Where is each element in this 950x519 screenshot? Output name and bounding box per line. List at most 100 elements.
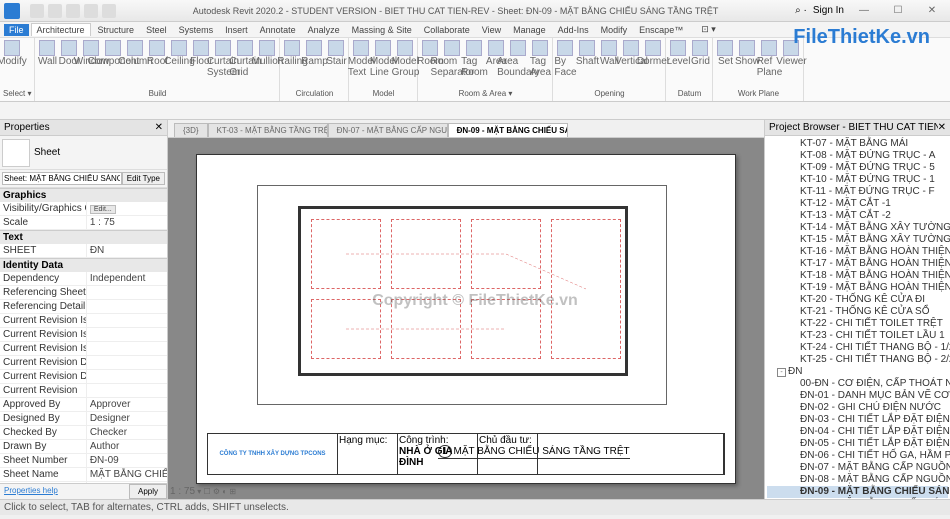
prop-row[interactable]: Current Revision Issued...	[0, 328, 167, 342]
view-tab[interactable]: {3D}	[174, 123, 208, 137]
menu-massing & site[interactable]: Massing & Site	[347, 24, 417, 36]
tree-node[interactable]: KT-13 - MẶT CẮT -2	[767, 210, 948, 222]
ribbon-tag-area[interactable]: Tag Area	[530, 40, 550, 78]
quick-access-toolbar[interactable]	[30, 4, 116, 18]
prop-category[interactable]: Text	[0, 230, 167, 244]
ribbon-shaft[interactable]: Shaft	[577, 40, 597, 67]
ribbon-by-face[interactable]: By Face	[555, 40, 575, 78]
ribbon-level[interactable]: Level	[668, 40, 688, 67]
menu-collaborate[interactable]: Collaborate	[419, 24, 475, 36]
ribbon-ceiling[interactable]: Ceiling	[169, 40, 189, 67]
prop-row[interactable]: Current Revision Descr...	[0, 370, 167, 384]
view-tab[interactable]: KT-03 - MẶT BẰNG TẦNG TRỆT	[208, 123, 328, 137]
ribbon-tag-room[interactable]: Tag Room	[464, 40, 484, 78]
tree-node[interactable]: ĐN-05 - CHI TIẾT LẮP ĐẶT ĐIỆN NƯỚC -3	[767, 438, 948, 450]
close-button[interactable]: ✕	[918, 2, 946, 20]
tree-node[interactable]: KT-17 - MẶT BẰNG HOÀN THIỆN SÀN LẦU 1	[767, 258, 948, 270]
menu-structure[interactable]: Structure	[93, 24, 140, 36]
prop-row[interactable]: SHEETĐN	[0, 244, 167, 258]
tree-node[interactable]: KT-21 - THỐNG KÊ CỬA SỔ	[767, 306, 948, 318]
prop-row[interactable]: Designed ByDesigner	[0, 412, 167, 426]
tree-node[interactable]: ĐN-04 - CHI TIẾT LẮP ĐẶT ĐIỆN NƯỚC -2	[767, 426, 948, 438]
tree-node[interactable]: -ĐN	[767, 366, 948, 378]
menu-steel[interactable]: Steel	[141, 24, 172, 36]
browser-tree[interactable]: KT-07 - MẶT BẰNG MÁIKT-08 - MẶT ĐỨNG TRỤ…	[765, 136, 950, 499]
tree-node[interactable]: ĐN-07 - MẶT BẰNG CẤP NGUỒN TẦNG TRỆT	[767, 462, 948, 474]
edit-type-button[interactable]: Edit Type	[122, 172, 165, 185]
minimize-button[interactable]: —	[850, 2, 878, 20]
qat-redo-icon[interactable]	[84, 4, 98, 18]
tree-node[interactable]: ĐN-09 - MẶT BẰNG CHIẾU SÁNG TẦNG TRỆT	[767, 486, 948, 498]
menu-analyze[interactable]: Analyze	[303, 24, 345, 36]
ribbon-column[interactable]: Column	[125, 40, 145, 67]
menu-file[interactable]: File	[4, 24, 29, 36]
qat-print-icon[interactable]	[102, 4, 116, 18]
tree-node[interactable]: ĐN-02 - GHI CHÚ ĐIỆN NƯỚC	[767, 402, 948, 414]
qat-save-icon[interactable]	[48, 4, 62, 18]
menu-add-ins[interactable]: Add-Ins	[553, 24, 594, 36]
prop-row[interactable]: Current Revision	[0, 384, 167, 398]
view-tab[interactable]: ĐN-09 - MẶT BẰNG CHIẾU SÁN...	[448, 123, 568, 137]
ribbon-mullion[interactable]: Mullion	[257, 40, 277, 67]
apply-button[interactable]: Apply	[129, 484, 167, 499]
prop-category[interactable]: Graphics	[0, 188, 167, 202]
prop-row[interactable]: Sheet NameMẶT BẰNG CHIẾU SÁN...	[0, 468, 167, 482]
prop-row[interactable]: Current Revision Issued	[0, 314, 167, 328]
tree-node[interactable]: KT-07 - MẶT BẰNG MÁI	[767, 138, 948, 150]
properties-help-link[interactable]: Properties help	[0, 484, 129, 499]
menu-enscape™[interactable]: Enscape™	[634, 24, 688, 36]
tree-node[interactable]: KT-15 - MẶT BẰNG XÂY TƯỜNG, ĐỊNH VỊ CỬA …	[767, 234, 948, 246]
ribbon-tabs[interactable]: FileArchitectureStructureSteelSystemsIns…	[0, 22, 950, 38]
titleblock[interactable]: CÔNG TY TNHH XÂY DỰNG TPCONS Hạng mục: C…	[207, 433, 725, 475]
view-tabs[interactable]: {3D}KT-03 - MẶT BẰNG TẦNG TRỆTĐN-07 - MẶ…	[168, 120, 764, 138]
tree-node[interactable]: KT-09 - MẶT ĐỨNG TRỤC - 5	[767, 162, 948, 174]
signin-link[interactable]: Sign In	[813, 5, 844, 16]
tree-node[interactable]: ĐN-10 - MẶT BẰNG CHIẾU SÁNG LẦU 1	[767, 498, 948, 499]
tree-node[interactable]: KT-16 - MẶT BẰNG HOÀN THIỆN SÀN TẦNG TRỆ…	[767, 246, 948, 258]
view-tab[interactable]: ĐN-07 - MẶT BẰNG CẤP NGUỒN...	[328, 123, 448, 137]
tree-node[interactable]: 00-ĐN - CƠ ĐIỆN, CẤP THOÁT NƯỚC	[767, 378, 948, 390]
menu-insert[interactable]: Insert	[220, 24, 253, 36]
tree-node[interactable]: KT-19 - MẶT BẰNG HOÀN THIỆN TRẦN LẦU 1	[767, 282, 948, 294]
qat-undo-icon[interactable]	[66, 4, 80, 18]
sheet-viewport[interactable]: 1 MẶT BẰNG CHIẾU SÁNG TẦNG TRỆT CÔNG TY …	[168, 138, 764, 499]
tree-node[interactable]: KT-12 - MẶT CẮT -1	[767, 198, 948, 210]
tree-node[interactable]: ĐN-03 - CHI TIẾT LẮP ĐẶT ĐIỆN NƯỚC -1	[767, 414, 948, 426]
ribbon-wall[interactable]: Wall	[37, 40, 57, 67]
tree-node[interactable]: KT-10 - MẶT ĐỨNG TRỤC - 1	[767, 174, 948, 186]
ribbon-show[interactable]: Show	[737, 40, 757, 67]
prop-row[interactable]: Checked ByChecker	[0, 426, 167, 440]
drawing-area[interactable]: {3D}KT-03 - MẶT BẰNG TẦNG TRỆTĐN-07 - MẶ…	[168, 120, 764, 499]
menu-systems[interactable]: Systems	[174, 24, 219, 36]
maximize-button[interactable]: ☐	[884, 2, 912, 20]
tree-node[interactable]: KT-20 - THỐNG KÊ CỬA ĐI	[767, 294, 948, 306]
menu-modify[interactable]: Modify	[596, 24, 633, 36]
browser-header[interactable]: Project Browser - BIET THU CAT TIEN-REV✕	[765, 120, 950, 136]
tree-node[interactable]: KT-11 - MẶT ĐỨNG TRỤC - F	[767, 186, 948, 198]
ribbon-area-boundary[interactable]: Area Boundary	[508, 40, 528, 78]
tree-node[interactable]: ĐN-01 - DANH MỤC BẢN VẼ CƠ ĐIỆN, CẤP THO…	[767, 390, 948, 402]
prop-row[interactable]: Referencing Detail	[0, 300, 167, 314]
view-control-bar[interactable]: 1 : 75 ▾ ☐ ⚙ ◐ ⊞	[170, 486, 236, 497]
close-panel-icon[interactable]: ✕	[155, 122, 163, 133]
ribbon-stair[interactable]: Stair	[326, 40, 346, 67]
instance-selector[interactable]	[2, 172, 122, 185]
prop-row[interactable]: Current Revision Date	[0, 356, 167, 370]
prop-row[interactable]: DependencyIndependent	[0, 272, 167, 286]
menu-architecture[interactable]: Architecture	[31, 23, 91, 36]
tree-node[interactable]: KT-25 - CHI TIẾT THANG BỘ - 2/2	[767, 354, 948, 366]
ribbon-railing[interactable]: Railing	[282, 40, 302, 67]
tree-node[interactable]: KT-14 - MẶT BẰNG XÂY TƯỜNG, ĐỊNH VỊ CỬA …	[767, 222, 948, 234]
infocenter-icon[interactable]: ⌕ ·	[795, 5, 807, 16]
tree-node[interactable]: KT-08 - MẶT ĐỨNG TRỤC - A	[767, 150, 948, 162]
tree-node[interactable]: ĐN-08 - MẶT BẰNG CẤP NGUỒN LẦU 1	[767, 474, 948, 486]
prop-row[interactable]: Scale1 : 75	[0, 216, 167, 230]
prop-row[interactable]: Approved ByApprover	[0, 398, 167, 412]
ribbon-modify[interactable]: Modify	[2, 40, 22, 67]
menu-view[interactable]: View	[477, 24, 506, 36]
tree-node[interactable]: KT-18 - MẶT BẰNG HOÀN THIỆN TRẦN TRỆT	[767, 270, 948, 282]
ribbon-room-separator[interactable]: Room Separator	[442, 40, 462, 78]
prop-row[interactable]: Referencing Sheet	[0, 286, 167, 300]
prop-row[interactable]: Sheet NumberĐN-09	[0, 454, 167, 468]
ribbon-dormer[interactable]: Dormer	[643, 40, 663, 67]
